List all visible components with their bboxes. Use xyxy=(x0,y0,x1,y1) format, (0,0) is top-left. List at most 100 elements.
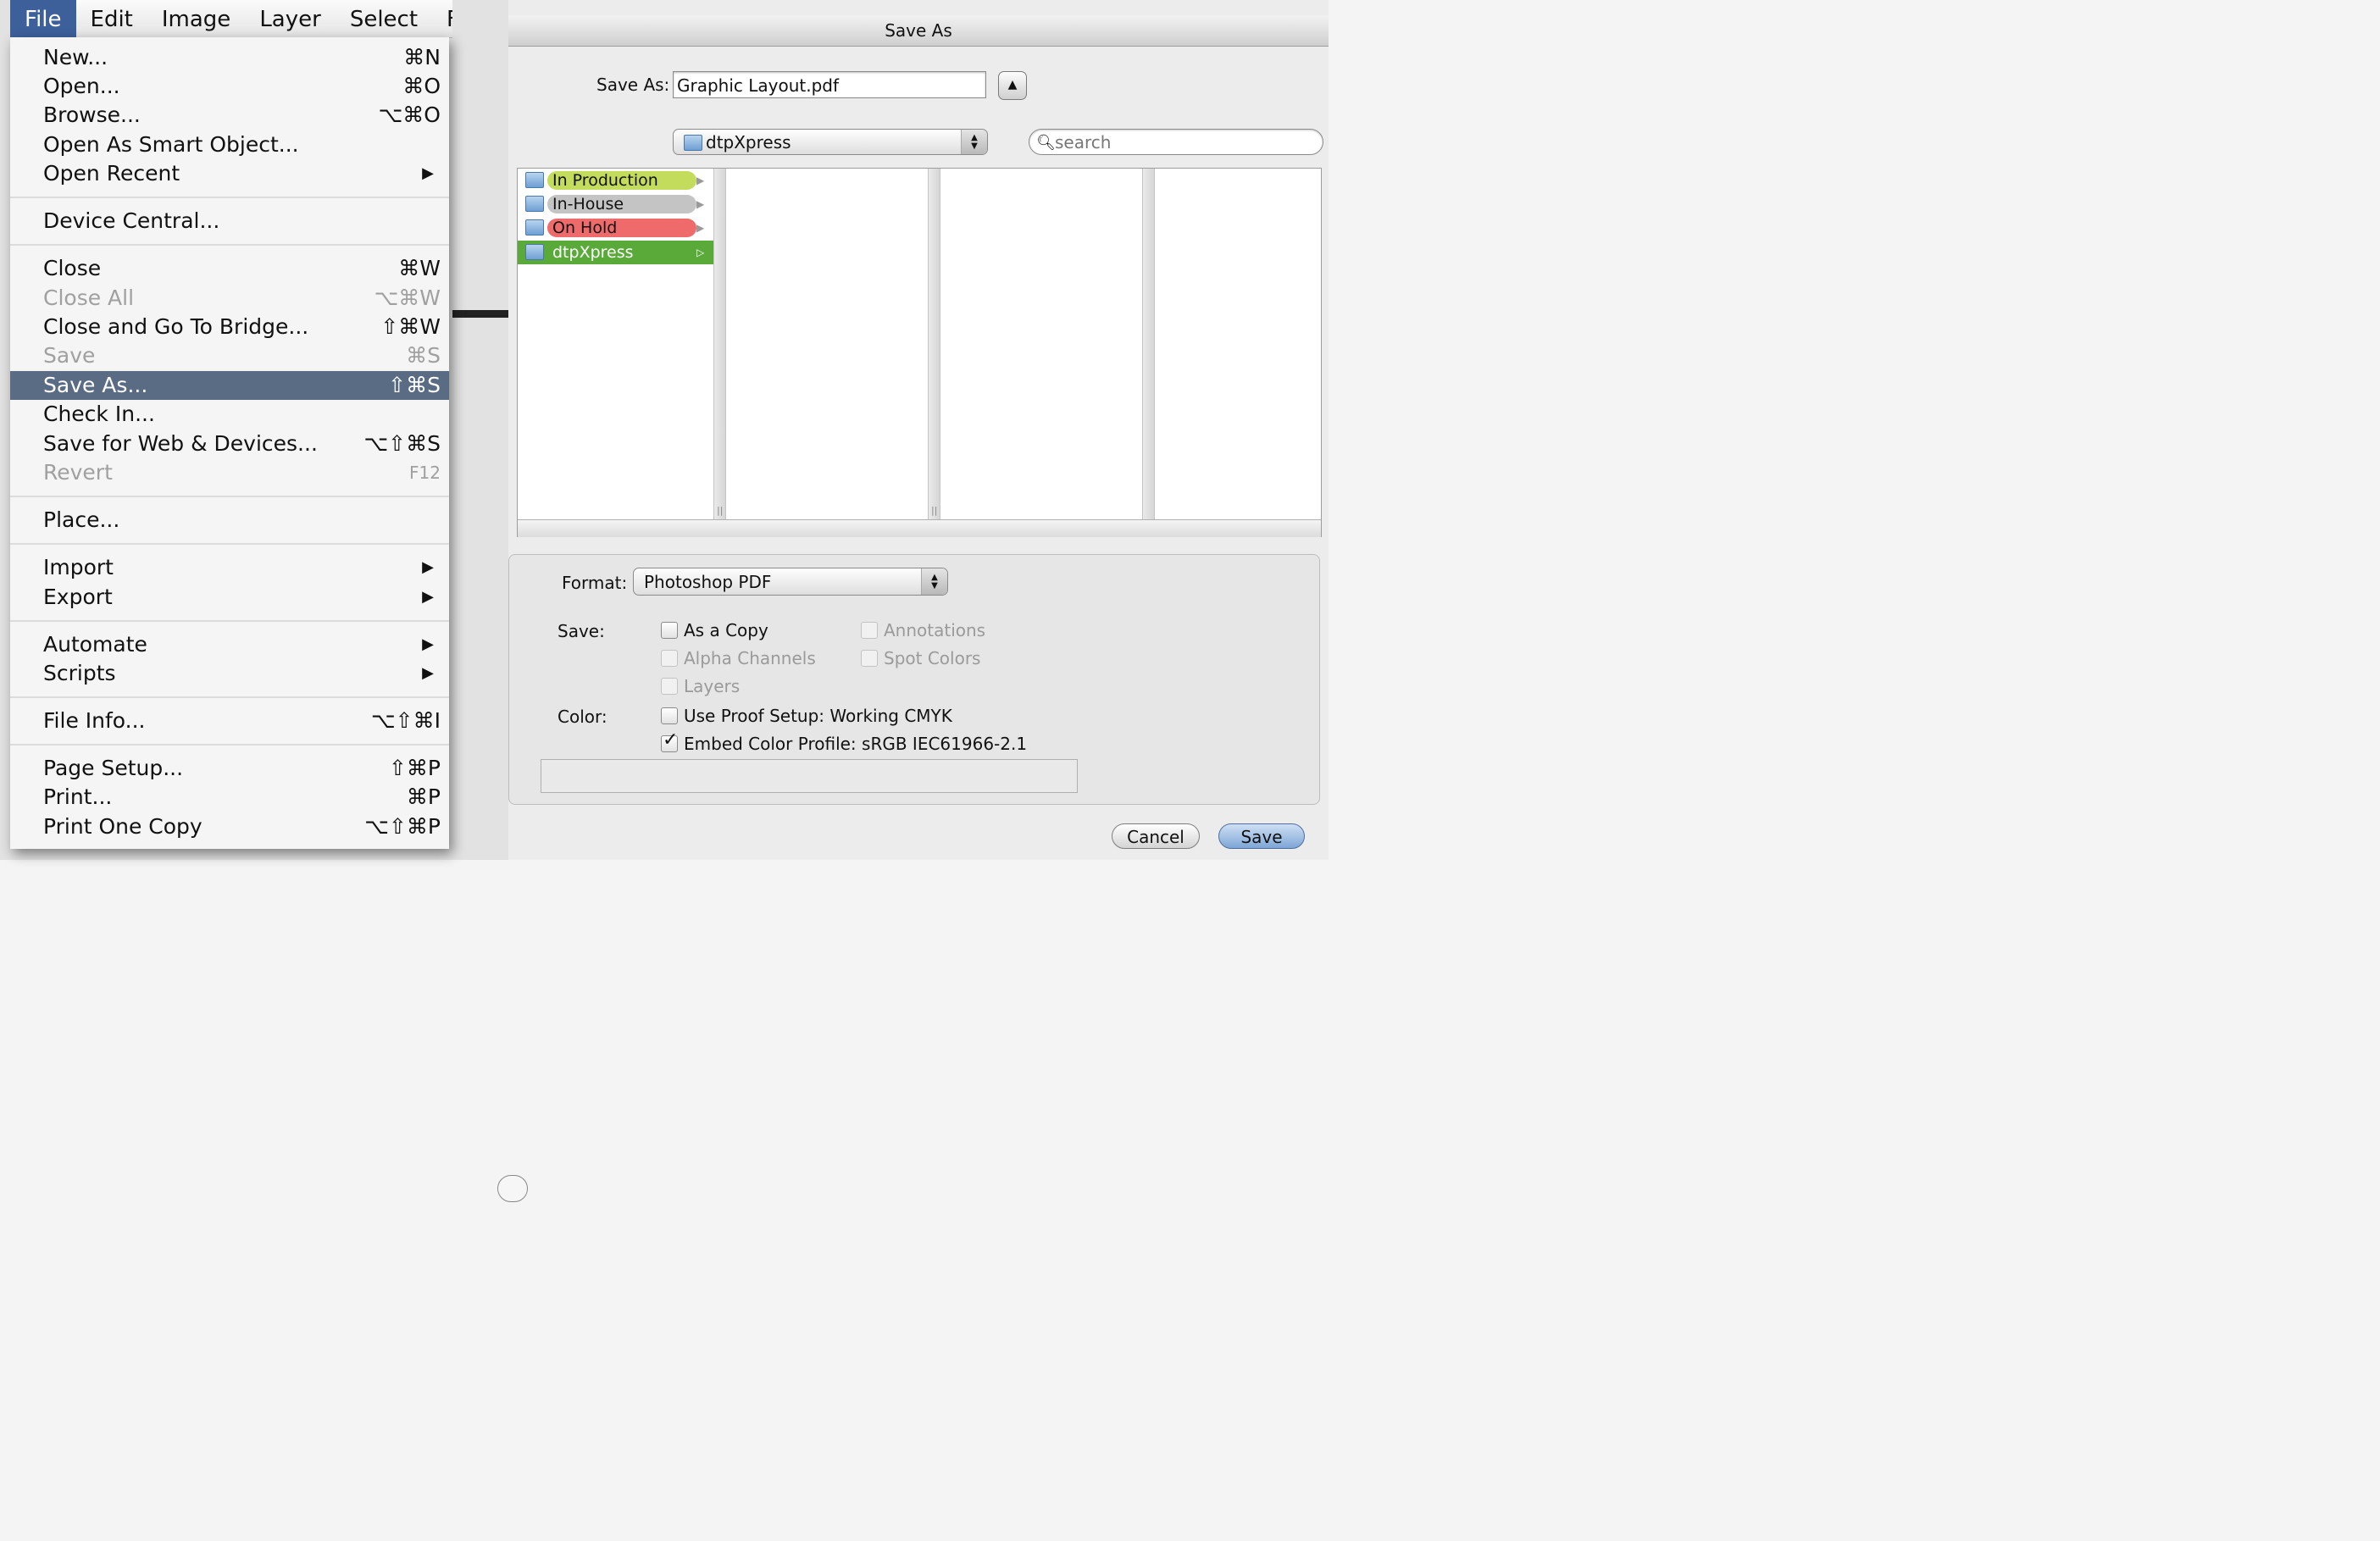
triangle-up-icon: ▲ xyxy=(1007,78,1018,91)
menu-item-shortcut: ⌥⇧⌘S xyxy=(363,431,441,456)
format-select[interactable]: Photoshop PDF ▲ ▼ xyxy=(633,568,948,596)
menu-select[interactable]: Select xyxy=(336,0,432,37)
grip-icon: || xyxy=(931,505,938,516)
checkbox-label: Alpha Channels xyxy=(684,648,816,668)
menu-item-label: Check In... xyxy=(43,402,155,426)
sidebar-item-dtpxpress[interactable]: dtpXpress ▷ xyxy=(518,241,713,264)
menu-item-page-setup[interactable]: Page Setup... ⇧⌘P xyxy=(10,754,449,783)
alpha-channels-checkbox: Alpha Channels xyxy=(661,648,816,668)
checkbox-label: Layers xyxy=(684,676,741,696)
menu-item-check-in[interactable]: Check In... xyxy=(10,400,449,429)
menu-item-label: Save for Web & Devices... xyxy=(43,431,318,456)
menu-item-shortcut: ⌘S xyxy=(406,343,441,368)
save-as-label: Save As: xyxy=(596,75,670,95)
menu-item-label: Export xyxy=(43,585,113,609)
search-input[interactable]: 🔍︎ search xyxy=(1029,129,1323,155)
menu-item-scripts[interactable]: Scripts ▶ xyxy=(10,659,449,688)
horizontal-scrollbar[interactable] xyxy=(518,519,1321,537)
menu-item-new[interactable]: New... ⌘N xyxy=(10,43,449,72)
embed-color-profile-checkbox[interactable]: ✓ Embed Color Profile: sRGB IEC61966-2.1 xyxy=(661,730,1028,754)
column-resize-handle[interactable]: || xyxy=(713,169,726,519)
menu-item-label: Print One Copy xyxy=(43,814,202,839)
menu-item-close-all: Close All ⌥⌘W xyxy=(10,284,449,313)
menu-item-shortcut: ⌥⇧⌘I xyxy=(370,708,441,733)
as-a-copy-checkbox[interactable]: As a Copy xyxy=(661,620,768,640)
folder-icon xyxy=(525,172,544,188)
menu-item-print-one-copy[interactable]: Print One Copy ⌥⇧⌘P xyxy=(10,812,449,841)
submenu-arrow-icon: ▶ xyxy=(422,664,434,682)
menu-item-file-info[interactable]: File Info... ⌥⇧⌘I xyxy=(10,707,449,735)
save-options-label: Save: xyxy=(558,621,605,641)
menu-item-shortcut: ⌥⇧⌘P xyxy=(364,814,441,839)
file-menu: New... ⌘N Open... ⌘O Browse... ⌥⌘O Open As … xyxy=(10,37,449,849)
column-resize-handle[interactable]: || xyxy=(928,169,940,519)
menu-item-label: Scripts xyxy=(43,661,116,685)
checkbox-label: Embed Color Profile: sRGB IEC61966-2.1 xyxy=(684,734,1028,754)
menu-item-shortcut: ⌥⌘W xyxy=(374,285,441,310)
menu-item-open-recent[interactable]: Open Recent ▶ xyxy=(10,159,449,188)
sidebar-item-on-hold[interactable]: On Hold ▶ xyxy=(518,216,713,240)
collapse-toggle-button[interactable]: ▲ xyxy=(998,71,1027,100)
disclosure-arrow-icon: ▶ xyxy=(696,222,705,234)
file-browser: In Production ▶ In-House ▶ On Hold ▶ dtp… xyxy=(517,168,1322,537)
column-resize-handle[interactable] xyxy=(1142,169,1155,519)
menu-item-shortcut: F12 xyxy=(409,463,441,483)
menu-item-import[interactable]: Import ▶ xyxy=(10,553,449,582)
menu-file[interactable]: File xyxy=(10,0,76,37)
folder-icon xyxy=(525,244,544,260)
menu-item-label: Device Central... xyxy=(43,208,220,233)
folder-icon xyxy=(684,135,702,151)
disclosure-arrow-icon: ▷ xyxy=(696,247,705,258)
menu-item-export[interactable]: Export ▶ xyxy=(10,583,449,612)
menu-item-shortcut: ⌥⌘O xyxy=(378,103,441,127)
menu-item-label: Open... xyxy=(43,74,120,98)
disclosure-arrow-icon: ▶ xyxy=(696,175,705,186)
menu-item-print[interactable]: Print... ⌘P xyxy=(10,783,449,812)
warning-message-box xyxy=(541,759,1078,793)
menu-item-revert: Revert F12 xyxy=(10,458,449,487)
submenu-arrow-icon: ▶ xyxy=(422,164,434,182)
checkbox-box xyxy=(661,678,678,695)
layers-checkbox: Layers xyxy=(661,676,740,696)
menu-layer[interactable]: Layer xyxy=(245,0,336,37)
checkbox-box xyxy=(861,650,878,667)
use-proof-setup-checkbox[interactable]: Use Proof Setup: Working CMYK xyxy=(661,706,952,726)
menu-item-save-as[interactable]: Save As... ⇧⌘S xyxy=(10,371,449,400)
menu-separator xyxy=(10,244,449,246)
sidebar-item-label: In-House xyxy=(547,195,696,213)
menu-separator xyxy=(10,496,449,497)
cancel-button[interactable]: Cancel xyxy=(1112,823,1200,849)
menu-item-browse[interactable]: Browse... ⌥⌘O xyxy=(10,101,449,130)
save-button[interactable]: Save xyxy=(1218,823,1305,849)
menu-item-open-smart-object[interactable]: Open As Smart Object... xyxy=(10,130,449,159)
menu-item-open[interactable]: Open... ⌘O xyxy=(10,72,449,101)
menu-item-label: Revert xyxy=(43,460,113,485)
updown-arrows-icon: ▲ ▼ xyxy=(921,568,947,595)
menu-edit[interactable]: Edit xyxy=(76,0,147,37)
menu-item-close-go-to-bridge[interactable]: Close and Go To Bridge... ⇧⌘W xyxy=(10,313,449,341)
menu-item-device-central[interactable]: Device Central... xyxy=(10,207,449,236)
sidebar-item-in-house[interactable]: In-House ▶ xyxy=(518,192,713,216)
search-icon: 🔍︎ xyxy=(1036,134,1056,152)
menu-item-place[interactable]: Place... xyxy=(10,506,449,535)
checkbox-label: As a Copy xyxy=(684,620,768,640)
folder-icon xyxy=(525,196,544,212)
location-popup[interactable]: dtpXpress ▲ ▼ xyxy=(673,129,988,155)
menu-image[interactable]: Image xyxy=(147,0,245,37)
menu-item-save-for-web[interactable]: Save for Web & Devices... ⌥⇧⌘S xyxy=(10,430,449,458)
menu-item-automate[interactable]: Automate ▶ xyxy=(10,630,449,659)
disclosure-arrow-icon: ▶ xyxy=(696,198,705,210)
menu-item-label: Save As... xyxy=(43,373,148,397)
menu-filter[interactable]: Filt xyxy=(432,0,452,37)
filename-field[interactable]: Graphic Layout.pdf xyxy=(673,71,986,98)
submenu-arrow-icon: ▶ xyxy=(422,588,434,606)
menu-item-close[interactable]: Close ⌘W xyxy=(10,254,449,283)
checkbox-box xyxy=(861,622,878,639)
sidebar-item-in-production[interactable]: In Production ▶ xyxy=(518,169,713,192)
menu-item-shortcut: ⇧⌘W xyxy=(380,314,441,339)
canvas-edge xyxy=(452,310,508,318)
menu-item-save: Save ⌘S xyxy=(10,341,449,370)
checkbox-box: ✓ xyxy=(661,730,678,752)
folder-icon xyxy=(525,219,544,236)
checkbox-box xyxy=(661,707,678,724)
